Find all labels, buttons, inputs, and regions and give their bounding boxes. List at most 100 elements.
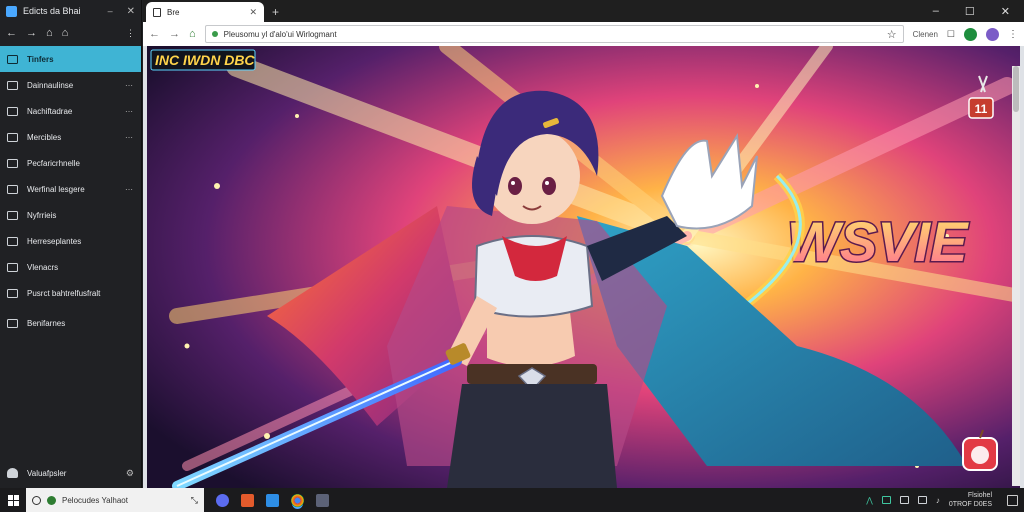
tab-title: Bre (167, 7, 180, 17)
tab-strip: Bre ✕ + – ☐ ✕ (143, 0, 1024, 22)
settings-icon[interactable]: ⚙ (126, 468, 134, 479)
tray-keyboard-icon[interactable] (917, 496, 927, 504)
sidebar-item[interactable]: Tinfers (0, 46, 141, 72)
sidebar-item[interactable]: Benifarnes (0, 310, 141, 336)
back-arrow-icon[interactable]: ← (6, 27, 17, 39)
sidebar-item-icon (7, 106, 18, 116)
tray-clock[interactable]: Flsiohel 0TROF D0ES (949, 491, 992, 509)
app-icon-store[interactable] (266, 493, 279, 507)
app-logo-icon (6, 5, 17, 17)
side-panel-list: Tinfers Dainnaulinse ⋯ Nachiftadrae ⋯ Mercibl… (0, 46, 141, 336)
tab-active[interactable]: Bre ✕ (146, 2, 264, 22)
sidebar-item-label: Werfinal lesgere (27, 184, 85, 194)
more-options-icon[interactable]: ⋯ (125, 81, 134, 90)
sidebar-item-icon (7, 132, 18, 142)
side-panel-nav: ← → ⌂ ⌂ ⋮ (0, 22, 141, 44)
app-icon-edge[interactable] (216, 493, 229, 507)
sidebar-item-icon (7, 54, 18, 64)
extension-green-icon[interactable] (964, 27, 977, 41)
sidebar-item-icon (7, 288, 18, 298)
side-panel-title: Edicts da Bhai (23, 6, 81, 16)
sidebar-item[interactable]: Pusrct bahtrelfusfralt (0, 280, 141, 306)
sidebar-item-label: Nachiftadrae (27, 106, 73, 116)
browser-window: Bre ✕ + – ☐ ✕ ← → ⌂ Pleusomu yl d'alo'ui… (143, 0, 1024, 488)
clock-time: Flsiohel (967, 492, 992, 499)
address-bar[interactable]: Pleusomu yl d'alo'ui Wirlogmant ☆ (204, 25, 904, 43)
tray-network-icon[interactable] (881, 496, 891, 504)
sidebar-item[interactable]: Vlenacrs (0, 254, 141, 280)
home-icon[interactable]: ⌂ (189, 28, 196, 40)
page-viewport: WSVIE INC IWDN DBC 11 (147, 46, 1020, 488)
sidebar-item-label: Nyfrrieis (27, 210, 57, 220)
maximize-window-button[interactable]: ☐ (965, 5, 975, 18)
minimize-icon[interactable]: – (108, 6, 113, 16)
extension-icon[interactable]: ☐ (947, 29, 955, 40)
forward-icon[interactable]: → (169, 28, 180, 40)
close-window-button[interactable]: ✕ (1001, 5, 1010, 18)
taskbar-apps (216, 488, 329, 512)
more-options-icon[interactable]: ⋯ (125, 133, 134, 142)
puzzle-icon[interactable]: ⌂ (46, 27, 53, 39)
app-icon-notes[interactable] (316, 493, 329, 507)
page-scrollbar[interactable] (1012, 66, 1020, 486)
taskbar-search[interactable]: Pelocudes Yalhaot ⤡ (26, 488, 204, 512)
browser-toolbar: ← → ⌂ Pleusomu yl d'alo'ui Wirlogmant ☆ … (143, 22, 1024, 46)
minimize-window-button[interactable]: – (933, 5, 939, 17)
tray-volume-icon[interactable]: ♪ (936, 496, 940, 505)
hero-title-text: WSVIE (787, 210, 969, 273)
taskbar: Pelocudes Yalhaot ⤡ ⋀ ♪ Flsiohel 0TROF D… (0, 488, 1024, 512)
level-badge-number: 11 (975, 102, 988, 116)
sidebar-item-label: Vlenacrs (27, 262, 59, 272)
sidebar-item-icon (7, 318, 18, 328)
side-panel: Edicts da Bhai – ✕ ← → ⌂ ⌂ ⋮ Tinfers Dain… (0, 0, 142, 488)
scrollbar-thumb[interactable] (1013, 66, 1019, 112)
more-options-icon[interactable]: ⋯ (125, 185, 134, 194)
profile-avatar-icon[interactable] (986, 27, 999, 41)
sidebar-item[interactable]: Mercibles ⋯ (0, 124, 141, 150)
sidebar-item-label: Mercibles (27, 132, 62, 142)
secure-icon (211, 31, 218, 37)
search-icon (32, 495, 41, 505)
sidebar-item-label: Pusrct bahtrelfusfralt (27, 288, 101, 298)
sidebar-item-icon (7, 158, 18, 168)
sidebar-item-label: Dainnaulinse (27, 80, 74, 90)
back-icon[interactable]: ← (149, 28, 160, 40)
profile-label[interactable]: Clenen (913, 30, 938, 39)
sidebar-item[interactable]: Dainnaulinse ⋯ (0, 72, 141, 98)
close-icon[interactable]: ✕ (127, 6, 135, 17)
task-view-icon[interactable]: ⤡ (191, 495, 198, 506)
home-icon[interactable]: ⌂ (62, 27, 69, 39)
tray-chevron-icon[interactable]: ⋀ (866, 496, 873, 505)
menu-icon[interactable]: ⋮ (126, 28, 135, 39)
windows-logo-icon (7, 494, 19, 506)
window-controls: – ☐ ✕ (933, 0, 1024, 22)
start-button[interactable] (0, 488, 26, 512)
forward-arrow-icon[interactable]: → (26, 27, 37, 39)
more-options-icon[interactable]: ⋯ (125, 107, 134, 116)
user-icon (7, 468, 18, 478)
bookmark-star-icon[interactable]: ☆ (887, 28, 897, 41)
clock-date: 0TROF D0ES (948, 501, 992, 508)
tab-close-icon[interactable]: ✕ (249, 7, 257, 18)
notification-icon[interactable] (1007, 494, 1018, 506)
banner-logo-text: INC IWDN DBC (155, 52, 255, 68)
sidebar-item-label: Tinfers (27, 54, 54, 64)
sidebar-item[interactable]: Werfinal lesgere ⋯ (0, 176, 141, 202)
sidebar-item-icon (7, 210, 18, 220)
sidebar-item-label: Benifarnes (27, 318, 66, 328)
sidebar-item[interactable]: Nachiftadrae ⋯ (0, 98, 141, 124)
sidebar-item[interactable]: Nyfrrieis (0, 202, 141, 228)
side-panel-titlebar: Edicts da Bhai – ✕ (0, 0, 141, 22)
new-tab-button[interactable]: + (272, 5, 279, 19)
address-url: Pleusomu yl d'alo'ui Wirlogmant (223, 29, 337, 39)
sidebar-item[interactable]: Herreseplantes (0, 228, 141, 254)
side-panel-footer[interactable]: Valuafpsler ⚙ (0, 462, 141, 484)
app-icon-chrome[interactable] (291, 493, 304, 507)
sidebar-item-label: Pecfaricrhnelle (27, 158, 80, 168)
browser-menu-icon[interactable]: ⋮ (1008, 29, 1018, 40)
taskbar-search-text: Pelocudes Yalhaot (62, 495, 128, 505)
sidebar-item[interactable]: Pecfaricrhnelle (0, 150, 141, 176)
app-icon-files[interactable] (241, 493, 254, 507)
tray-battery-icon[interactable] (899, 496, 909, 504)
sidebar-item-icon (7, 262, 18, 272)
